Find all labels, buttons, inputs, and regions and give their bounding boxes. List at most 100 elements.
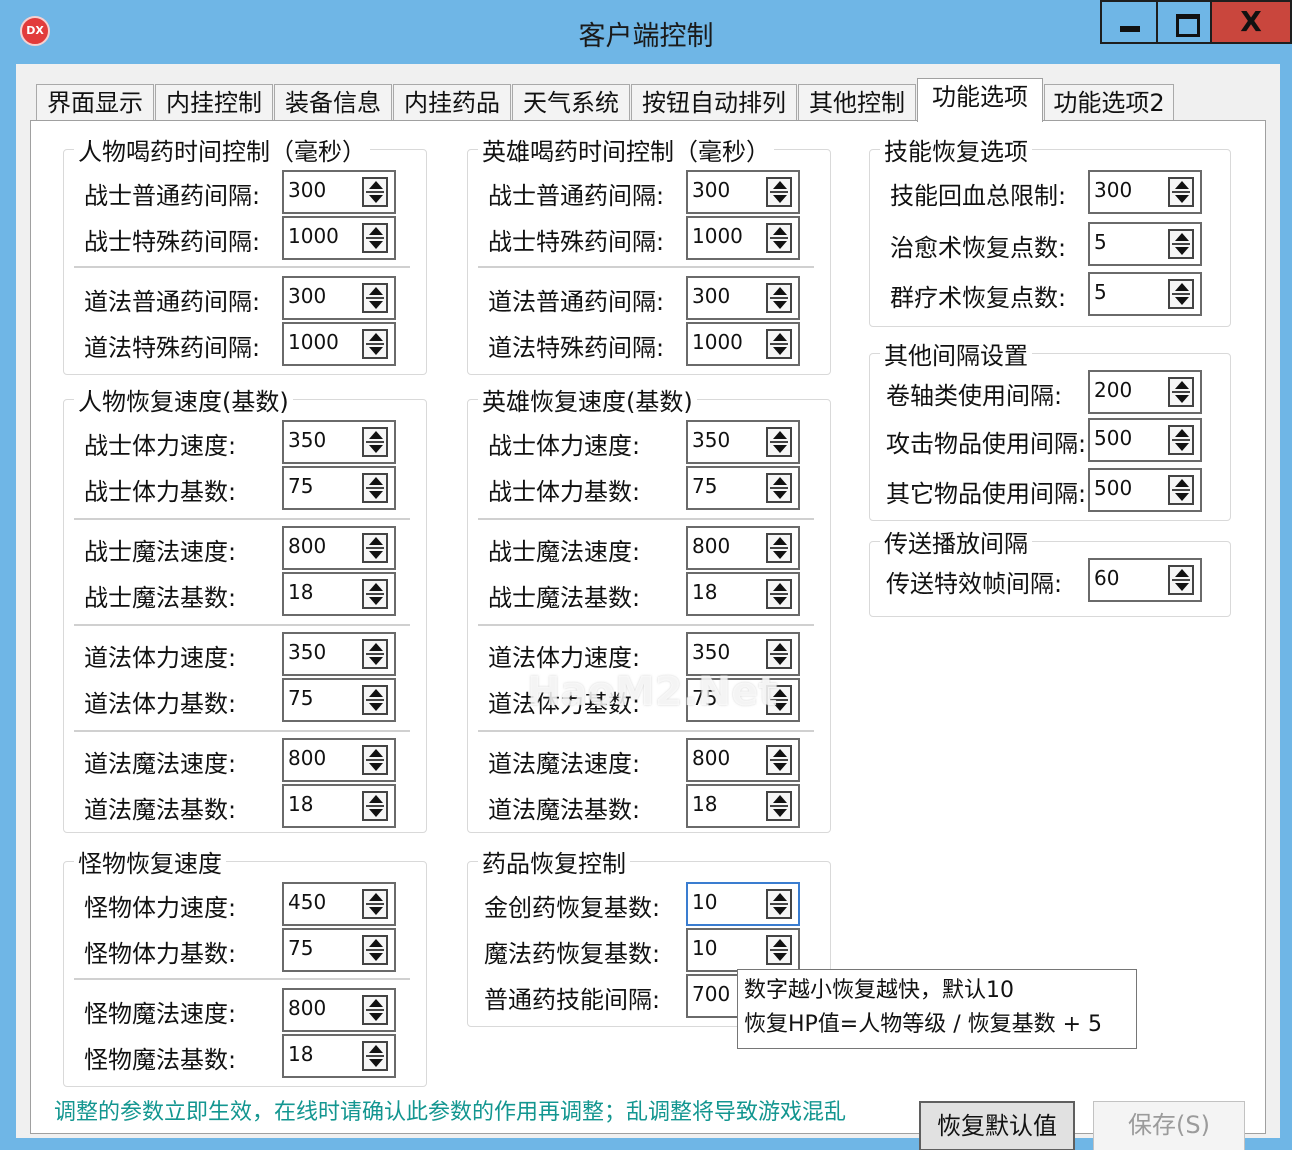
save-button[interactable]: 保存(S) xyxy=(1093,1101,1245,1150)
field-label: 道法特殊药间隔: xyxy=(84,334,261,362)
spin-arrows-icon[interactable] xyxy=(362,935,388,965)
spin-value: 300 xyxy=(288,178,327,202)
restore-default-button[interactable]: 恢复默认值 xyxy=(919,1101,1075,1150)
spin-input[interactable]: 10 xyxy=(686,882,800,926)
spin-input[interactable]: 1000 xyxy=(282,322,396,366)
spin-arrows-icon[interactable] xyxy=(362,177,388,207)
spin-value: 350 xyxy=(692,428,731,452)
spin-arrows-icon[interactable] xyxy=(362,579,388,609)
spin-arrows-icon[interactable] xyxy=(362,473,388,503)
spin-input[interactable]: 18 xyxy=(686,784,800,828)
spin-input[interactable]: 450 xyxy=(282,882,396,926)
spin-input[interactable]: 300 xyxy=(282,276,396,320)
tab-function-options[interactable]: 功能选项 xyxy=(917,78,1043,122)
tab-button-auto-arrange[interactable]: 按钮自动排列 xyxy=(631,84,797,120)
spin-arrows-icon[interactable] xyxy=(766,791,792,821)
spin-arrows-icon[interactable] xyxy=(362,889,388,919)
spin-input[interactable]: 350 xyxy=(282,420,396,464)
spin-input[interactable]: 75 xyxy=(686,466,800,510)
maximize-button[interactable] xyxy=(1156,0,1212,44)
spin-value: 1000 xyxy=(692,330,743,354)
tab-function-options-2[interactable]: 功能选项2 xyxy=(1044,84,1174,120)
spin-arrows-icon[interactable] xyxy=(1168,425,1194,455)
title-bar[interactable]: DX 客户端控制 X xyxy=(0,0,1292,64)
spin-input[interactable]: 75 xyxy=(282,678,396,722)
spin-input[interactable]: 1000 xyxy=(686,322,800,366)
spin-arrows-icon[interactable] xyxy=(766,473,792,503)
spin-arrows-icon[interactable] xyxy=(362,791,388,821)
spin-value: 300 xyxy=(1094,178,1133,202)
field-label: 道法魔法基数: xyxy=(488,796,641,824)
spin-arrows-icon[interactable] xyxy=(362,685,388,715)
spin-arrows-icon[interactable] xyxy=(362,745,388,775)
spin-arrows-icon[interactable] xyxy=(1168,177,1194,207)
spin-arrows-icon[interactable] xyxy=(362,639,388,669)
spin-value: 18 xyxy=(288,792,314,816)
spin-input[interactable]: 350 xyxy=(282,632,396,676)
close-button[interactable]: X xyxy=(1210,0,1292,44)
spin-arrows-icon[interactable] xyxy=(362,995,388,1025)
spin-input[interactable]: 18 xyxy=(282,1034,396,1078)
spin-input[interactable]: 300 xyxy=(282,170,396,214)
spin-arrows-icon[interactable] xyxy=(1168,377,1194,407)
spin-input[interactable]: 18 xyxy=(282,784,396,828)
spin-arrows-icon[interactable] xyxy=(766,935,792,965)
spin-input[interactable]: 18 xyxy=(282,572,396,616)
spin-input[interactable]: 1000 xyxy=(686,216,800,260)
spin-input[interactable]: 300 xyxy=(686,276,800,320)
tab-plugin-control[interactable]: 内挂控制 xyxy=(155,84,273,120)
spin-arrows-icon[interactable] xyxy=(766,283,792,313)
spin-arrows-icon[interactable] xyxy=(1168,565,1194,595)
spin-input[interactable]: 500 xyxy=(1088,418,1202,462)
spin-arrows-icon[interactable] xyxy=(766,745,792,775)
group-teleport-interval: 传送播放间隔 传送特效帧间隔: 60 xyxy=(869,524,1231,617)
spin-arrows-icon[interactable] xyxy=(766,427,792,457)
minimize-button[interactable] xyxy=(1100,0,1158,44)
spin-input[interactable]: 75 xyxy=(282,466,396,510)
divider xyxy=(74,266,410,268)
spin-input[interactable]: 800 xyxy=(282,738,396,782)
spin-arrows-icon[interactable] xyxy=(766,579,792,609)
spin-input[interactable]: 800 xyxy=(686,738,800,782)
spin-arrows-icon[interactable] xyxy=(766,223,792,253)
tab-other-control[interactable]: 其他控制 xyxy=(798,84,916,120)
spin-input[interactable]: 10 xyxy=(686,928,800,972)
spin-input[interactable]: 800 xyxy=(282,988,396,1032)
spin-input[interactable]: 200 xyxy=(1088,370,1202,414)
spin-input[interactable]: 300 xyxy=(1088,170,1202,214)
spin-value: 18 xyxy=(288,1042,314,1066)
spin-input[interactable]: 18 xyxy=(686,572,800,616)
spin-arrows-icon[interactable] xyxy=(362,329,388,359)
spin-input[interactable]: 800 xyxy=(686,526,800,570)
spin-arrows-icon[interactable] xyxy=(362,283,388,313)
spin-input[interactable]: 300 xyxy=(686,170,800,214)
spin-input[interactable]: 1000 xyxy=(282,216,396,260)
spin-input[interactable]: 800 xyxy=(282,526,396,570)
spin-arrows-icon[interactable] xyxy=(1168,475,1194,505)
spin-arrows-icon[interactable] xyxy=(766,329,792,359)
spin-value: 75 xyxy=(288,474,314,498)
spin-arrows-icon[interactable] xyxy=(362,1041,388,1071)
tab-interface-display[interactable]: 界面显示 xyxy=(36,84,154,120)
spin-input[interactable]: 60 xyxy=(1088,558,1202,602)
spin-arrows-icon[interactable] xyxy=(766,177,792,207)
spin-value: 10 xyxy=(692,890,718,914)
spin-arrows-icon[interactable] xyxy=(362,427,388,457)
spin-arrows-icon[interactable] xyxy=(766,533,792,563)
spin-input[interactable]: 350 xyxy=(686,420,800,464)
field-label: 群疗术恢复点数: xyxy=(890,284,1067,312)
spin-arrows-icon[interactable] xyxy=(362,533,388,563)
spin-input[interactable]: 500 xyxy=(1088,468,1202,512)
spin-input[interactable]: 5 xyxy=(1088,222,1202,266)
spin-input[interactable]: 75 xyxy=(282,928,396,972)
tab-plugin-potion[interactable]: 内挂药品 xyxy=(393,84,511,120)
spin-arrows-icon[interactable] xyxy=(766,639,792,669)
spin-arrows-icon[interactable] xyxy=(362,223,388,253)
tab-weather-system[interactable]: 天气系统 xyxy=(512,84,630,120)
spin-arrows-icon[interactable] xyxy=(1168,279,1194,309)
field-label: 怪物体力基数: xyxy=(84,940,237,968)
spin-arrows-icon[interactable] xyxy=(766,889,792,919)
tab-equipment-info[interactable]: 装备信息 xyxy=(274,84,392,120)
spin-input[interactable]: 5 xyxy=(1088,272,1202,316)
spin-arrows-icon[interactable] xyxy=(1168,229,1194,259)
